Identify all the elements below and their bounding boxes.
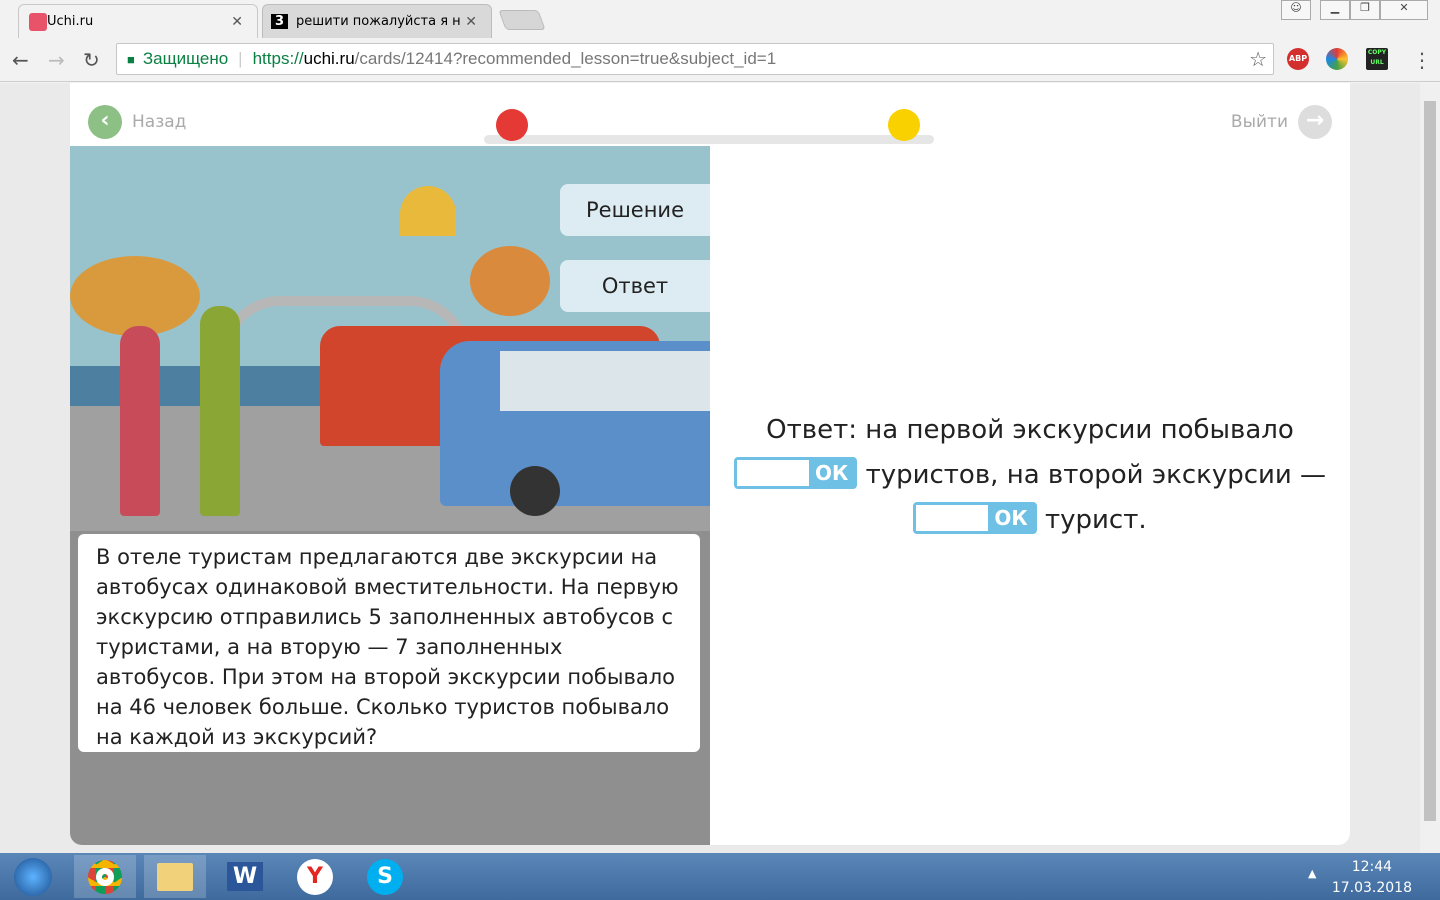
chevron-left-icon: ‹ bbox=[88, 105, 122, 139]
task-panel: Решение Ответ В отеле туристам предлагаю… bbox=[70, 146, 710, 845]
forward-arrow-icon[interactable]: → bbox=[48, 48, 65, 72]
answer-text-2: туристов, на второй экскурсии — bbox=[865, 460, 1327, 490]
system-clock[interactable]: 12:44 17.03.2018 bbox=[1332, 857, 1412, 899]
tab-title: решити пожалуйста я н bbox=[296, 14, 461, 29]
yellow-apple-icon bbox=[888, 109, 920, 141]
page-scrollbar[interactable] bbox=[1420, 83, 1440, 853]
bookmark-star-icon[interactable]: ☆ bbox=[1249, 47, 1267, 72]
lesson-card: ‹ Назад Выйти → Решение Ответ В отеле тури… bbox=[70, 83, 1350, 845]
answer-label: Ответ bbox=[601, 274, 669, 298]
windows-taskbar: W Y S ▲ 12:44 17.03.2018 bbox=[0, 853, 1440, 900]
answer-input-1-group: ОК bbox=[733, 456, 858, 489]
tray-arrow-icon[interactable]: ▲ bbox=[1308, 867, 1316, 880]
url-host: uchi.ru bbox=[303, 49, 355, 68]
address-bar[interactable]: ■ Защищено | https://uchi.ru/cards/12414… bbox=[116, 43, 1274, 75]
secure-label: Защищено bbox=[142, 49, 229, 68]
answer-text-3: турист. bbox=[1044, 505, 1147, 535]
red-apple-icon bbox=[496, 109, 528, 141]
exit-label: Выйти bbox=[1230, 112, 1288, 132]
restore-button[interactable]: ❐ bbox=[1350, 0, 1380, 20]
ok-button-2[interactable]: ОК bbox=[988, 504, 1034, 531]
clock-time: 12:44 bbox=[1351, 859, 1393, 875]
minimize-button[interactable]: ▁ bbox=[1320, 0, 1350, 20]
znanija-favicon-icon: 3 bbox=[271, 14, 289, 29]
back-arrow-icon[interactable]: ← bbox=[12, 48, 29, 72]
menu-icon[interactable]: ⋮ bbox=[1412, 48, 1432, 72]
answer-input-1[interactable] bbox=[736, 459, 809, 486]
adblock-icon[interactable]: ABP bbox=[1287, 48, 1309, 70]
answer-input-2[interactable] bbox=[916, 504, 989, 531]
answer-input-2-group: ОК bbox=[913, 501, 1037, 534]
close-tab-icon[interactable]: ✕ bbox=[231, 14, 243, 30]
tab-strip: Uchi.ru ✕ 3 решити пожалуйста я н ✕ ☺ ▁ … bbox=[0, 0, 1440, 38]
divider: | bbox=[238, 49, 243, 68]
new-tab-button[interactable] bbox=[498, 10, 546, 30]
tab-uchi[interactable]: Uchi.ru ✕ bbox=[18, 4, 258, 38]
extension-icon[interactable] bbox=[1326, 48, 1348, 70]
tab-znanija[interactable]: 3 решити пожалуйста я н ✕ bbox=[262, 4, 492, 38]
uchi-favicon-icon bbox=[29, 12, 47, 31]
close-window-button[interactable]: ✕ bbox=[1380, 0, 1428, 20]
skype-taskbar-icon[interactable]: S bbox=[354, 855, 416, 898]
scrollbar-thumb[interactable] bbox=[1424, 101, 1436, 821]
word-taskbar-icon[interactable]: W bbox=[214, 855, 276, 898]
task-text: В отеле туристам предлагаются две экскур… bbox=[78, 534, 700, 752]
back-label: Назад bbox=[132, 112, 187, 132]
explorer-taskbar-icon[interactable] bbox=[144, 855, 206, 898]
browser-toolbar: ← → ↻ ■ Защищено | https://uchi.ru/cards… bbox=[0, 38, 1440, 82]
chrome-taskbar-icon[interactable] bbox=[74, 855, 136, 898]
exit-icon: → bbox=[1298, 105, 1332, 139]
lesson-progress-bar bbox=[484, 135, 934, 144]
solution-label: Решение bbox=[585, 198, 685, 222]
close-tab-icon[interactable]: ✕ bbox=[465, 14, 477, 30]
yandex-taskbar-icon[interactable]: Y bbox=[284, 855, 346, 898]
profile-button[interactable]: ☺ bbox=[1281, 0, 1311, 20]
start-button[interactable] bbox=[2, 855, 64, 898]
url-prefix: https:// bbox=[252, 49, 304, 68]
url-path: /cards/12414?recommended_lesson=true&sub… bbox=[354, 49, 777, 68]
lock-icon: ■ bbox=[127, 51, 135, 67]
exit-button[interactable]: Выйти → bbox=[1231, 105, 1332, 139]
answer-button[interactable]: Ответ bbox=[560, 260, 710, 312]
copy-url-icon[interactable]: COPY URL bbox=[1366, 48, 1388, 70]
tab-title: Uchi.ru bbox=[47, 14, 94, 29]
ok-button-1[interactable]: ОК bbox=[808, 459, 855, 486]
answer-area: Ответ: на первой экскурсии побывало ОК т… bbox=[710, 408, 1350, 543]
solution-button[interactable]: Решение bbox=[560, 184, 710, 236]
back-button[interactable]: ‹ Назад bbox=[88, 105, 186, 139]
clock-date: 17.03.2018 bbox=[1331, 880, 1412, 896]
answer-text-1: Ответ: на первой экскурсии побывало bbox=[766, 415, 1294, 445]
reload-icon[interactable]: ↻ bbox=[83, 48, 100, 72]
page-viewport: ‹ Назад Выйти → Решение Ответ В отеле тури… bbox=[0, 83, 1420, 853]
